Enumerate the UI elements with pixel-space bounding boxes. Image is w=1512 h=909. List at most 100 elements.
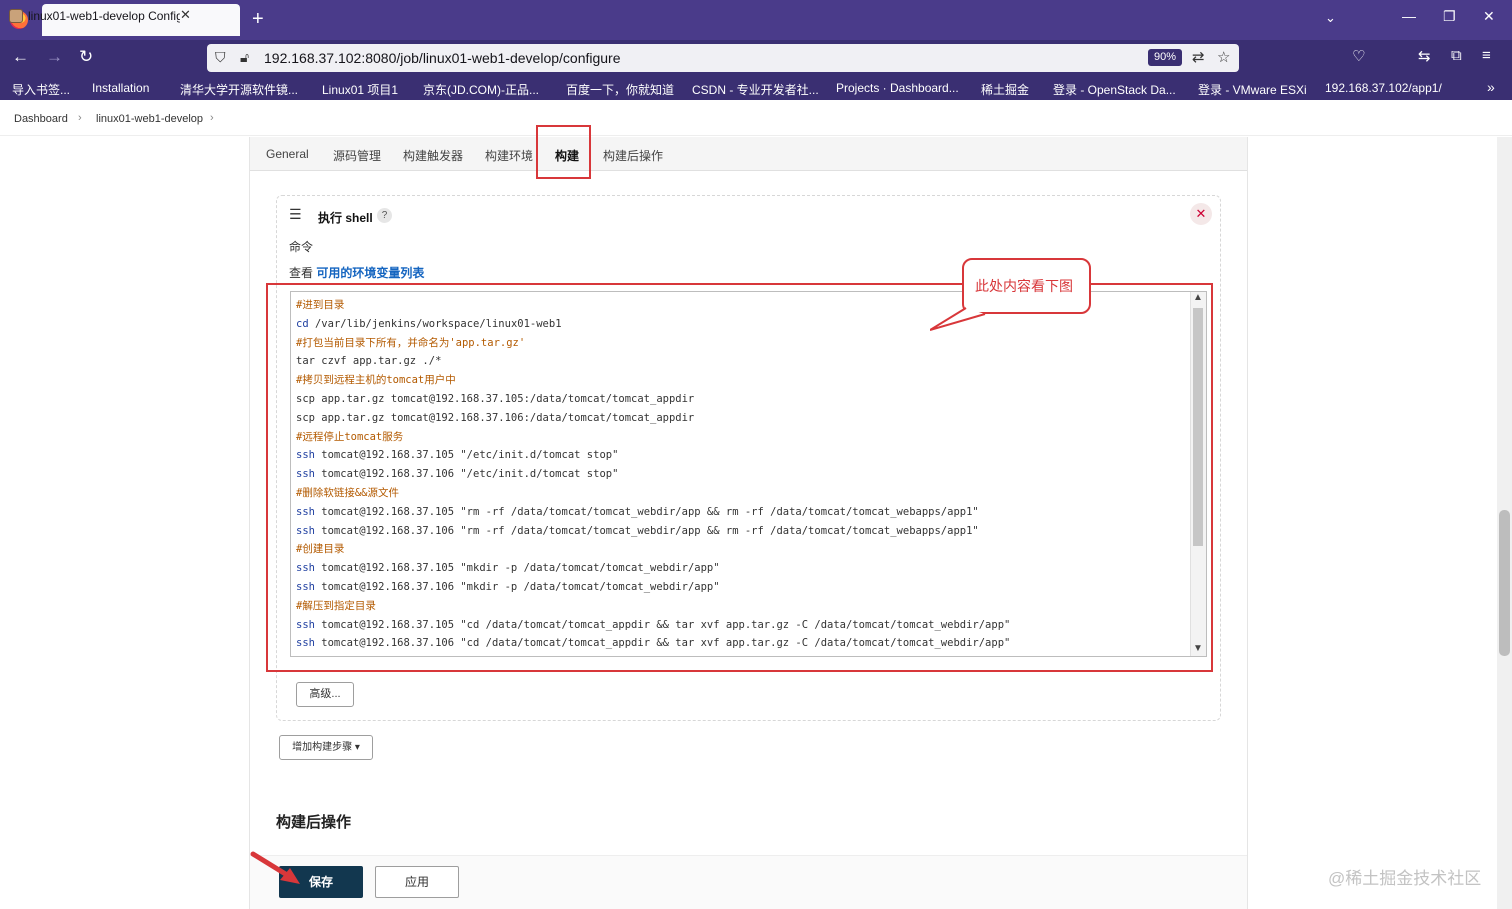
page-scrollbar-thumb[interactable] xyxy=(1499,510,1510,656)
bookmark-openstack[interactable]: 登录 - OpenStack Da... xyxy=(1053,81,1176,98)
code-args: /var/lib/jenkins/workspace/linux01-web1 xyxy=(308,317,562,330)
tab-scm[interactable]: 源码管理 xyxy=(333,147,381,164)
code-keyword: ssh xyxy=(296,524,315,537)
code-line: ssh tomcat@192.168.37.105 "cd /data/tomc… xyxy=(296,616,1186,635)
scroll-up-icon[interactable]: ▲ xyxy=(1193,292,1203,303)
code-keyword: cd xyxy=(296,317,309,330)
code-line: ssh tomcat@192.168.37.105 "mkdir -p /dat… xyxy=(296,559,1186,578)
back-icon[interactable]: ← xyxy=(12,47,29,67)
tab-build-triggers[interactable]: 构建触发器 xyxy=(403,147,463,164)
drag-handle-icon[interactable]: ☰ xyxy=(289,206,302,223)
bookmark-gitlab-projects[interactable]: Projects · Dashboard... xyxy=(836,81,959,95)
breadcrumb-dashboard[interactable]: Dashboard xyxy=(14,113,68,125)
tracking-shield-icon[interactable]: ⛉ xyxy=(215,49,226,66)
code-keyword: ssh xyxy=(296,637,315,650)
right-gutter xyxy=(1247,137,1512,909)
code-line: #删除软链接&&源文件 xyxy=(296,484,1186,503)
tab-build-environment[interactable]: 构建环境 xyxy=(485,147,533,164)
jenkins-favicon-icon xyxy=(9,9,23,23)
scroll-down-icon[interactable]: ▼ xyxy=(1193,643,1203,654)
add-build-step-button[interactable]: 增加构建步骤 ▾ xyxy=(279,735,373,760)
code-args: tomcat@192.168.37.105 "mkdir -p /data/to… xyxy=(314,562,720,575)
tab-post-build[interactable]: 构建后操作 xyxy=(603,147,663,164)
code-keyword: ssh xyxy=(296,468,315,481)
code-args: tomcat@192.168.37.105 "/etc/init.d/tomca… xyxy=(314,449,619,462)
command-textarea[interactable]: #进到目录 cd /var/lib/jenkins/workspace/linux… xyxy=(290,291,1207,657)
code-line: #拷贝到远程主机的tomcat用户中 xyxy=(296,371,1186,390)
bookmark-csdn[interactable]: CSDN - 专业开发者社... xyxy=(692,81,819,98)
env-vars-link[interactable]: 可用的环境变量列表 xyxy=(316,266,424,280)
maximize-icon[interactable]: ❐ xyxy=(1443,8,1456,25)
url-text[interactable]: 192.168.37.102:8080/job/linux01-web1-dev… xyxy=(264,50,621,66)
code-args: tomcat@192.168.37.106 "cd /data/tomcat/t… xyxy=(314,637,1011,650)
code-line: scp app.tar.gz tomcat@192.168.37.105:/da… xyxy=(296,392,695,405)
bookmark-installation[interactable]: Installation xyxy=(92,81,149,95)
code-keyword: ssh xyxy=(296,618,315,631)
translate-extension-icon[interactable]: ⇆ xyxy=(1418,47,1431,65)
code-line: #打包当前目录下所有，并命名为'app.tar.gz' xyxy=(296,334,1186,353)
breadcrumb-chevron-icon: › xyxy=(78,112,82,124)
code-line: ssh tomcat@192.168.37.106 "rm -rf /data/… xyxy=(296,522,1186,541)
bookmark-import[interactable]: 导入书签... xyxy=(12,81,70,98)
advanced-button[interactable]: 高级... xyxy=(296,682,354,707)
pocket-icon[interactable]: ♡ xyxy=(1352,47,1365,65)
zoom-level-badge[interactable]: 90% xyxy=(1148,49,1182,66)
bookmark-juejin[interactable]: 稀土掘金 xyxy=(981,81,1029,98)
minimize-icon[interactable]: — xyxy=(1402,8,1416,24)
config-tabs-bar xyxy=(250,137,1247,171)
env-vars-prefix: 查看 xyxy=(289,266,314,280)
code-line: #解压到指定目录 xyxy=(296,597,1186,616)
build-tab-highlight-box xyxy=(536,125,591,179)
bookmark-linux01[interactable]: Linux01 项目1 xyxy=(322,81,398,98)
code-keyword: ssh xyxy=(296,562,315,575)
code-comment: #远程停止tomcat服务 xyxy=(296,430,404,443)
code-args: tomcat@192.168.37.105 "rm -rf /data/tomc… xyxy=(314,505,979,518)
code-line: cd /var/lib/jenkins/workspace/linux01-we… xyxy=(296,315,1186,334)
bookmark-baidu[interactable]: 百度一下，你就知道 xyxy=(566,81,674,98)
code-args: tomcat@192.168.37.106 "rm -rf /data/tomc… xyxy=(314,524,979,537)
bookmark-star-icon[interactable]: ☆ xyxy=(1217,48,1230,66)
code-comment: #打包当前目录下所有，并命名为'app.tar.gz' xyxy=(296,336,526,349)
code-line: ssh tomcat@192.168.37.106 "cd /data/tomc… xyxy=(296,634,1186,653)
code-line: ssh tomcat@192.168.37.106 "/etc/init.d/t… xyxy=(296,465,1186,484)
env-vars-line: 查看 可用的环境变量列表 xyxy=(289,264,424,281)
delete-step-icon[interactable]: ✕ xyxy=(1190,203,1212,225)
code-line: ssh tomcat@192.168.37.105 "rm -rf /data/… xyxy=(296,503,1186,522)
code-keyword: ssh xyxy=(296,505,315,518)
bookmark-jd[interactable]: 京东(JD.COM)-正品... xyxy=(423,81,539,98)
code-comment: #创建目录 xyxy=(296,543,345,556)
apply-button[interactable]: 应用 xyxy=(375,866,459,898)
code-line: #创建目录 xyxy=(296,540,1186,559)
code-lines: #进到目录 cd /var/lib/jenkins/workspace/linux… xyxy=(296,296,1186,653)
insecure-lock-icon[interactable]: 🔓︎ xyxy=(240,49,249,66)
code-comment: #删除软链接&&源文件 xyxy=(296,486,399,499)
bookmark-vmware-esxi[interactable]: 登录 - VMware ESXi xyxy=(1198,81,1307,98)
code-comment: #解压到指定目录 xyxy=(296,599,376,612)
bookmarks-overflow-icon[interactable]: » xyxy=(1487,79,1495,95)
forward-icon[interactable]: → xyxy=(46,47,63,67)
code-line: ssh tomcat@192.168.37.106 "mkdir -p /dat… xyxy=(296,578,1186,597)
breadcrumb-job[interactable]: linux01-web1-develop xyxy=(96,113,203,125)
code-line: ssh tomcat@192.168.37.105 "/etc/init.d/t… xyxy=(296,446,1186,465)
breadcrumb-chevron-icon: › xyxy=(210,112,214,124)
code-comment: #进到目录 xyxy=(296,299,345,311)
translate-icon[interactable]: ⇄ xyxy=(1192,48,1205,66)
breadcrumb xyxy=(0,100,1512,136)
window-close-icon[interactable]: ✕ xyxy=(1483,8,1495,25)
help-icon[interactable]: ? xyxy=(377,208,392,223)
command-label: 命令 xyxy=(289,240,314,254)
menu-icon[interactable]: ≡ xyxy=(1482,47,1491,64)
new-tab-icon[interactable]: + xyxy=(252,8,264,31)
code-keyword: ssh xyxy=(296,449,315,462)
bookmark-app1[interactable]: 192.168.37.102/app1/ xyxy=(1325,81,1442,95)
extensions-icon[interactable]: ⧉ xyxy=(1451,47,1462,64)
bookmark-tsinghua-mirror[interactable]: 清华大学开源软件镜... xyxy=(180,81,298,98)
textarea-scrollbar-thumb[interactable] xyxy=(1193,308,1203,546)
tab-title: linux01-web1-develop Config xyxy=(28,9,180,23)
code-line: scp app.tar.gz tomcat@192.168.37.106:/da… xyxy=(296,411,695,424)
build-step-title: 执行 shell xyxy=(318,211,373,225)
tab-general[interactable]: General xyxy=(266,147,309,161)
list-tabs-chevron-icon[interactable]: ⌄ xyxy=(1325,10,1336,26)
reload-icon[interactable]: ↻ xyxy=(79,47,93,67)
tab-close-icon[interactable]: ✕ xyxy=(180,7,191,23)
